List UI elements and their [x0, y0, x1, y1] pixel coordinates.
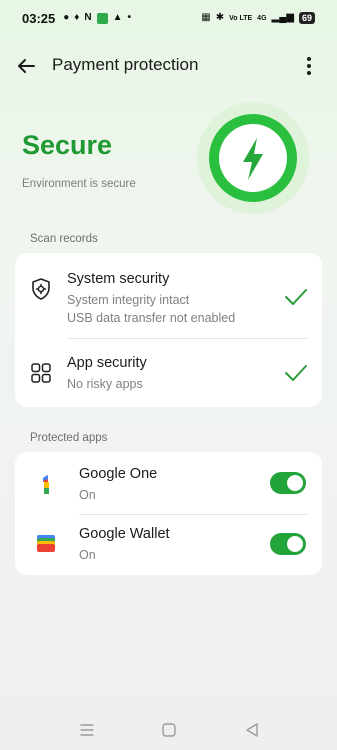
chat-icon: ● — [63, 12, 70, 23]
status-bar: 03:25 ● ♦ N ▲ • ▦ ✱ Vo LTE 4G ▂▄▆ 69 — [0, 0, 337, 36]
status-left-icons: ● ♦ N ▲ • — [63, 12, 132, 24]
scan-item-app-security[interactable]: App security No risky apps — [15, 339, 322, 407]
scan-item-detail: System integrity intact — [67, 293, 190, 307]
top-bar: Payment protection — [0, 46, 337, 86]
status-right-icons: ▦ ✱ Vo LTE 4G ▂▄▆ 69 — [201, 12, 315, 24]
home-icon[interactable] — [159, 720, 179, 740]
volte-label: Vo LTE — [229, 14, 253, 22]
scan-records-label: Scan records — [30, 233, 98, 245]
check-icon — [285, 289, 307, 305]
security-status-subtitle: Environment is secure — [22, 178, 136, 190]
security-status-title: Secure — [22, 130, 113, 160]
app-name: Google One — [79, 466, 158, 482]
app-state: On — [79, 548, 96, 562]
vibrate-icon: ▦ — [201, 12, 211, 23]
n-icon: N — [84, 12, 92, 23]
green-app-icon — [96, 12, 108, 24]
page-title: Payment protection — [52, 55, 199, 74]
scan-item-detail: No risky apps — [67, 377, 143, 391]
secure-lightning-badge-icon — [197, 102, 309, 214]
google-wallet-icon — [37, 535, 55, 552]
google-one-icon — [43, 475, 49, 494]
signal-icon: ▂▄▆ — [271, 12, 294, 23]
back-triangle-icon[interactable] — [242, 720, 262, 740]
app-state: On — [79, 488, 96, 502]
dot-icon: • — [127, 12, 132, 23]
scan-item-system-security[interactable]: System security System integrity intact … — [15, 253, 322, 337]
system-nav-bar — [0, 710, 337, 750]
protected-apps-card: Google One On Google Wallet On — [15, 452, 322, 575]
network-label: 4G — [257, 14, 267, 22]
ethereum-icon: ♦ — [74, 12, 80, 23]
status-time: 03:25 — [22, 10, 56, 26]
protected-app-google-wallet: Google Wallet On — [15, 514, 322, 575]
scan-item-title: App security — [67, 355, 147, 371]
keyhole-icon: ▲ — [112, 12, 123, 23]
recents-icon[interactable] — [77, 720, 97, 740]
scan-records-card: System security System integrity intact … — [15, 253, 322, 407]
scan-item-detail: USB data transfer not enabled — [67, 311, 236, 325]
google-one-toggle[interactable] — [270, 472, 306, 494]
shield-gear-icon — [32, 278, 50, 300]
app-grid-icon — [31, 363, 51, 383]
scan-item-title: System security — [67, 271, 170, 287]
protected-apps-label: Protected apps — [30, 432, 108, 444]
more-options-icon[interactable] — [297, 54, 321, 78]
google-wallet-toggle[interactable] — [270, 533, 306, 555]
check-icon — [285, 365, 307, 381]
protected-app-google-one: Google One On — [15, 452, 322, 513]
bluetooth-icon: ✱ — [215, 12, 225, 23]
battery-level: 69 — [298, 12, 315, 24]
back-arrow-icon[interactable] — [14, 54, 38, 78]
app-name: Google Wallet — [79, 526, 170, 542]
